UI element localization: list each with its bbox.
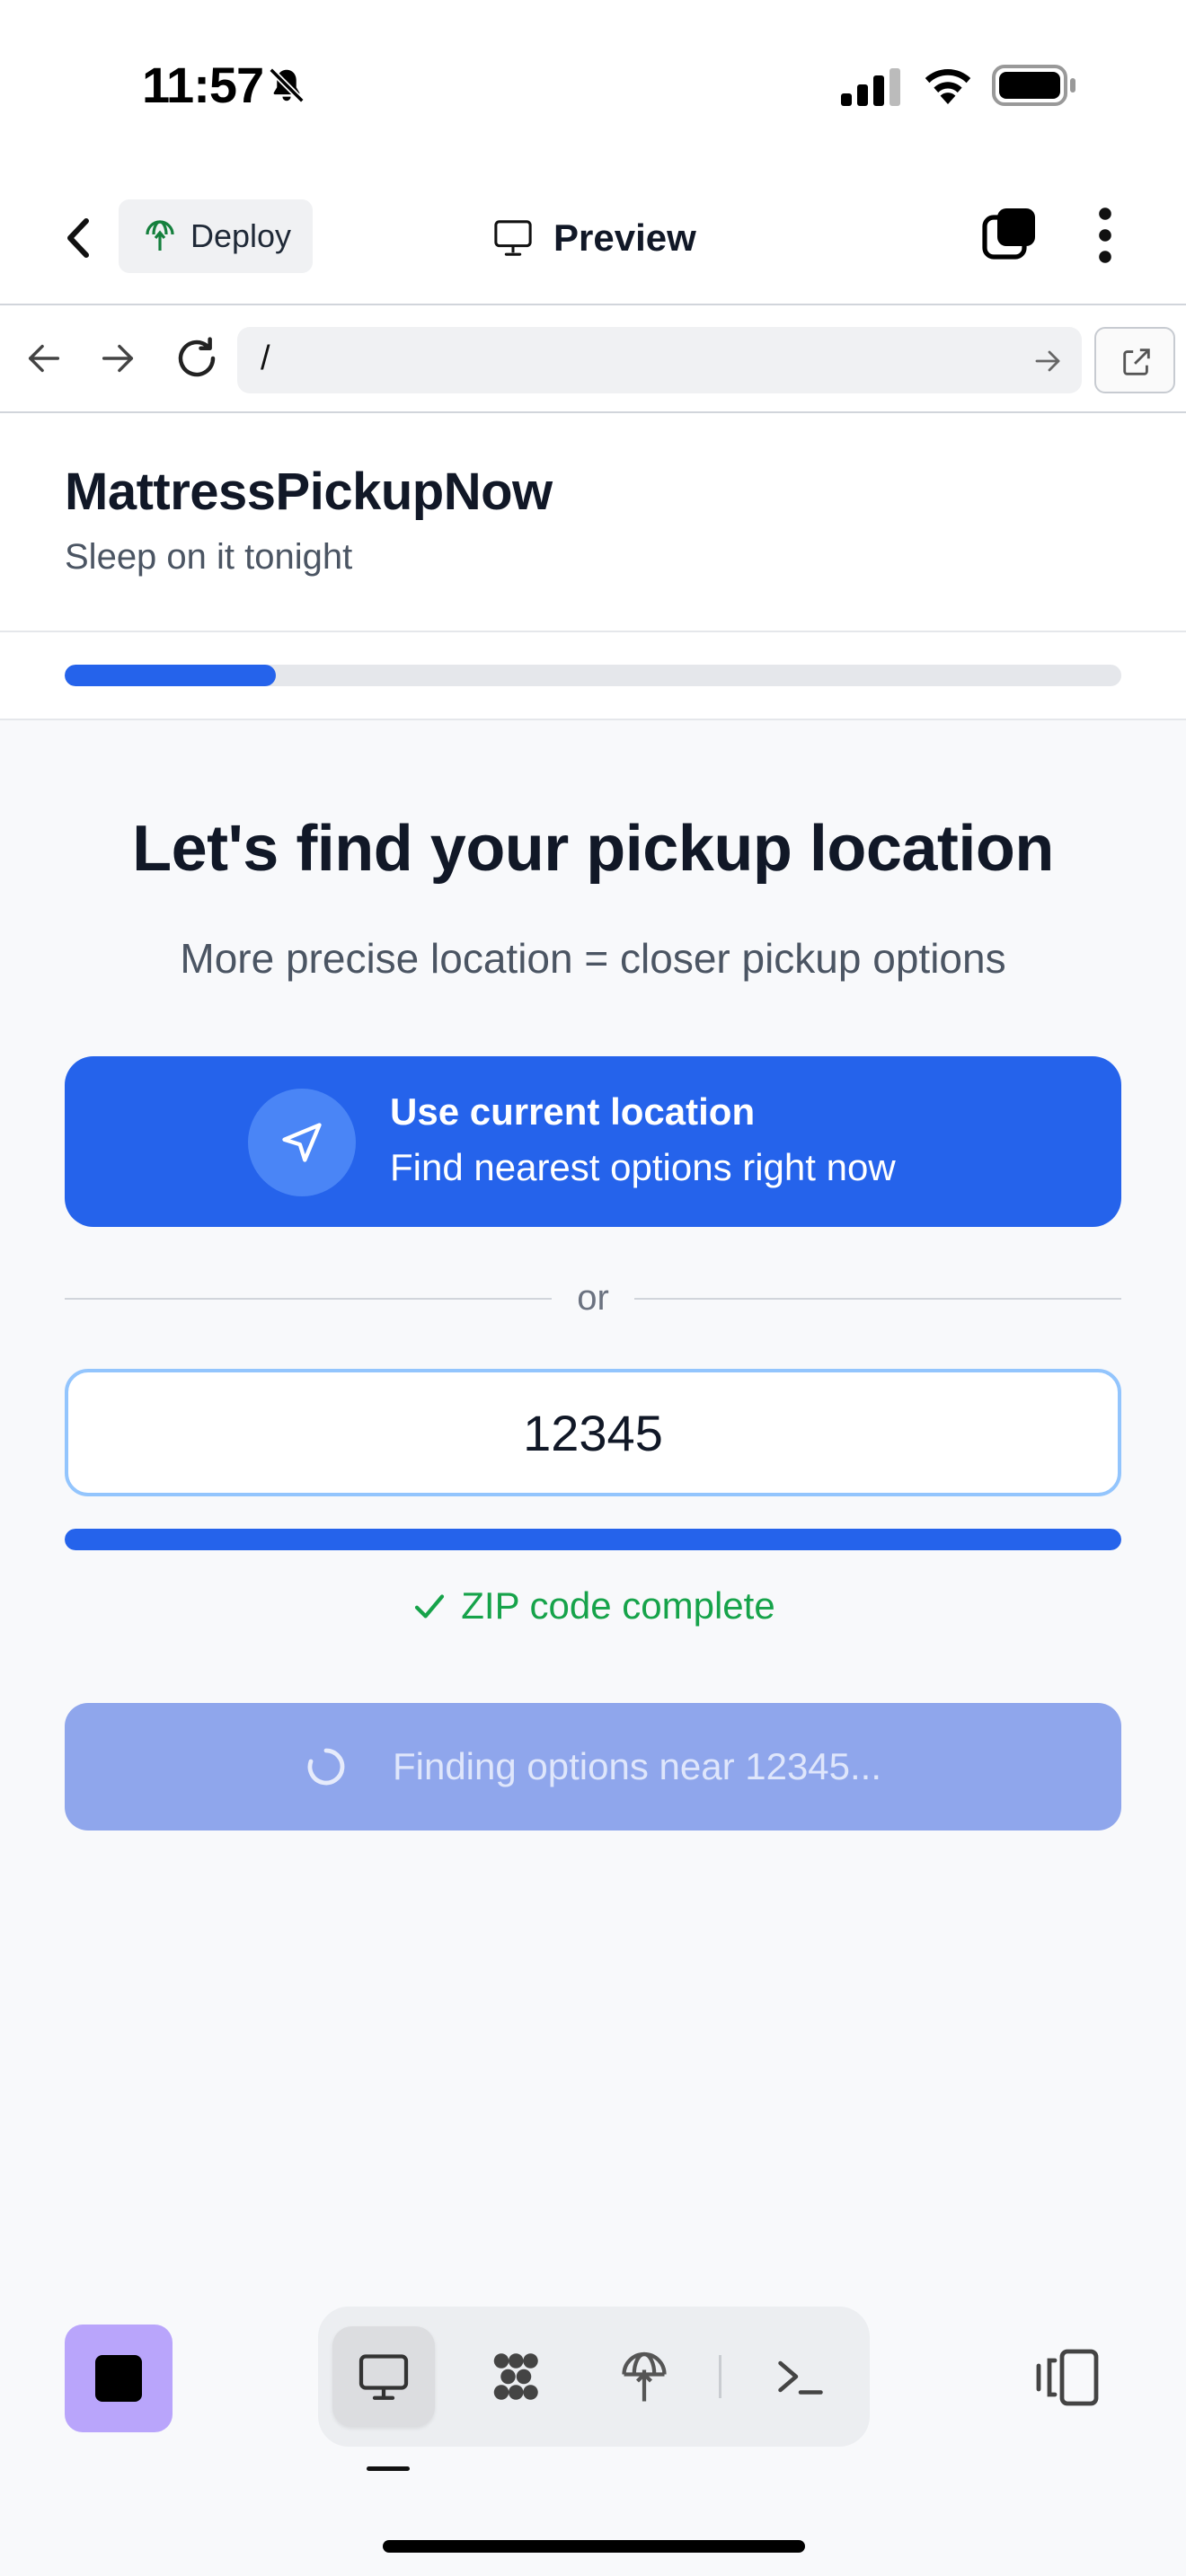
zip-progress-fill bbox=[65, 1529, 1121, 1550]
toolbar-separator bbox=[719, 2355, 721, 2398]
apps-view-button[interactable] bbox=[464, 2326, 566, 2427]
status-time: 11:57 bbox=[142, 57, 264, 113]
monitor-icon bbox=[494, 220, 532, 256]
panel-toggle-icon[interactable] bbox=[1033, 2346, 1102, 2409]
more-vertical-icon[interactable] bbox=[1091, 203, 1120, 268]
page-title: Let's find your pickup location bbox=[132, 813, 1054, 885]
external-link-icon bbox=[1123, 348, 1150, 375]
step-progress-bar bbox=[65, 665, 1121, 686]
finding-options-button[interactable]: Finding options near 12345... bbox=[65, 1703, 1121, 1831]
page-subtitle: More precise location = closer pickup op… bbox=[180, 935, 1006, 982]
zip-status-text: ZIP code complete bbox=[461, 1584, 775, 1627]
open-external-button[interactable] bbox=[1094, 327, 1175, 393]
url-bar[interactable]: / bbox=[237, 327, 1082, 393]
bottom-toolbar bbox=[0, 2263, 1186, 2576]
tabs-icon[interactable] bbox=[981, 205, 1039, 262]
arrow-right-icon[interactable] bbox=[97, 338, 138, 379]
site-tagline: Sleep on it tonight bbox=[65, 537, 353, 577]
arrow-left-icon[interactable] bbox=[23, 338, 65, 379]
bell-slash-icon bbox=[269, 67, 305, 103]
spinner-icon bbox=[307, 1748, 345, 1786]
deploy-icon bbox=[622, 2351, 667, 2402]
chevron-left-icon[interactable] bbox=[52, 207, 101, 269]
app-header: Deploy Preview bbox=[0, 171, 1186, 305]
status-bar: 11:57 bbox=[0, 0, 1186, 171]
zip-progress-bar bbox=[65, 1529, 1121, 1550]
navigation-arrow-icon bbox=[282, 1123, 322, 1162]
site-header: MattressPickupNow Sleep on it tonight bbox=[0, 413, 1186, 632]
active-view-indicator bbox=[367, 2466, 410, 2471]
app-icon-button[interactable] bbox=[65, 2325, 173, 2432]
or-divider: or bbox=[65, 1275, 1121, 1320]
home-indicator bbox=[383, 2540, 805, 2553]
url-text: / bbox=[261, 340, 270, 377]
finding-options-label: Finding options near 12345... bbox=[392, 1745, 882, 1787]
terminal-icon bbox=[778, 2360, 823, 2395]
step-progress-fill bbox=[65, 665, 277, 686]
view-switcher bbox=[318, 2307, 870, 2447]
site-name: MattressPickupNow bbox=[65, 463, 553, 521]
checkmark-icon bbox=[415, 1594, 445, 1619]
apps-icon bbox=[493, 2353, 538, 2400]
preview-title: Preview bbox=[492, 207, 696, 269]
zip-status: ZIP code complete bbox=[0, 1584, 1186, 1628]
deploy-icon bbox=[146, 220, 174, 251]
wifi-icon bbox=[925, 69, 971, 104]
use-current-location-button[interactable]: Use current location Find nearest option… bbox=[65, 1056, 1121, 1227]
page: 11:57 Deploy Preview / MattressPickupNow… bbox=[0, 0, 1186, 2576]
terminal-view-button[interactable] bbox=[749, 2326, 852, 2427]
reload-icon[interactable] bbox=[173, 334, 221, 383]
preview-view-button[interactable] bbox=[332, 2326, 435, 2427]
deploy-label: Deploy bbox=[190, 217, 292, 254]
step-progress-strip bbox=[0, 632, 1186, 720]
preview-label: Preview bbox=[553, 216, 696, 259]
arrow-right-small-icon[interactable] bbox=[1033, 347, 1062, 375]
stop-icon bbox=[95, 2355, 142, 2402]
or-label: or bbox=[552, 1275, 634, 1320]
use-location-subtitle: Find nearest options right now bbox=[390, 1146, 896, 1188]
location-icon-circle bbox=[248, 1089, 356, 1196]
cellular-signal-icon bbox=[841, 68, 900, 106]
zip-code-input[interactable] bbox=[65, 1369, 1121, 1496]
use-location-title: Use current location bbox=[390, 1090, 756, 1133]
browser-bar: / bbox=[0, 305, 1186, 413]
battery-icon bbox=[992, 65, 1075, 106]
deploy-view-button[interactable] bbox=[593, 2326, 695, 2427]
monitor-icon bbox=[358, 2354, 409, 2400]
deploy-button[interactable]: Deploy bbox=[119, 199, 313, 273]
